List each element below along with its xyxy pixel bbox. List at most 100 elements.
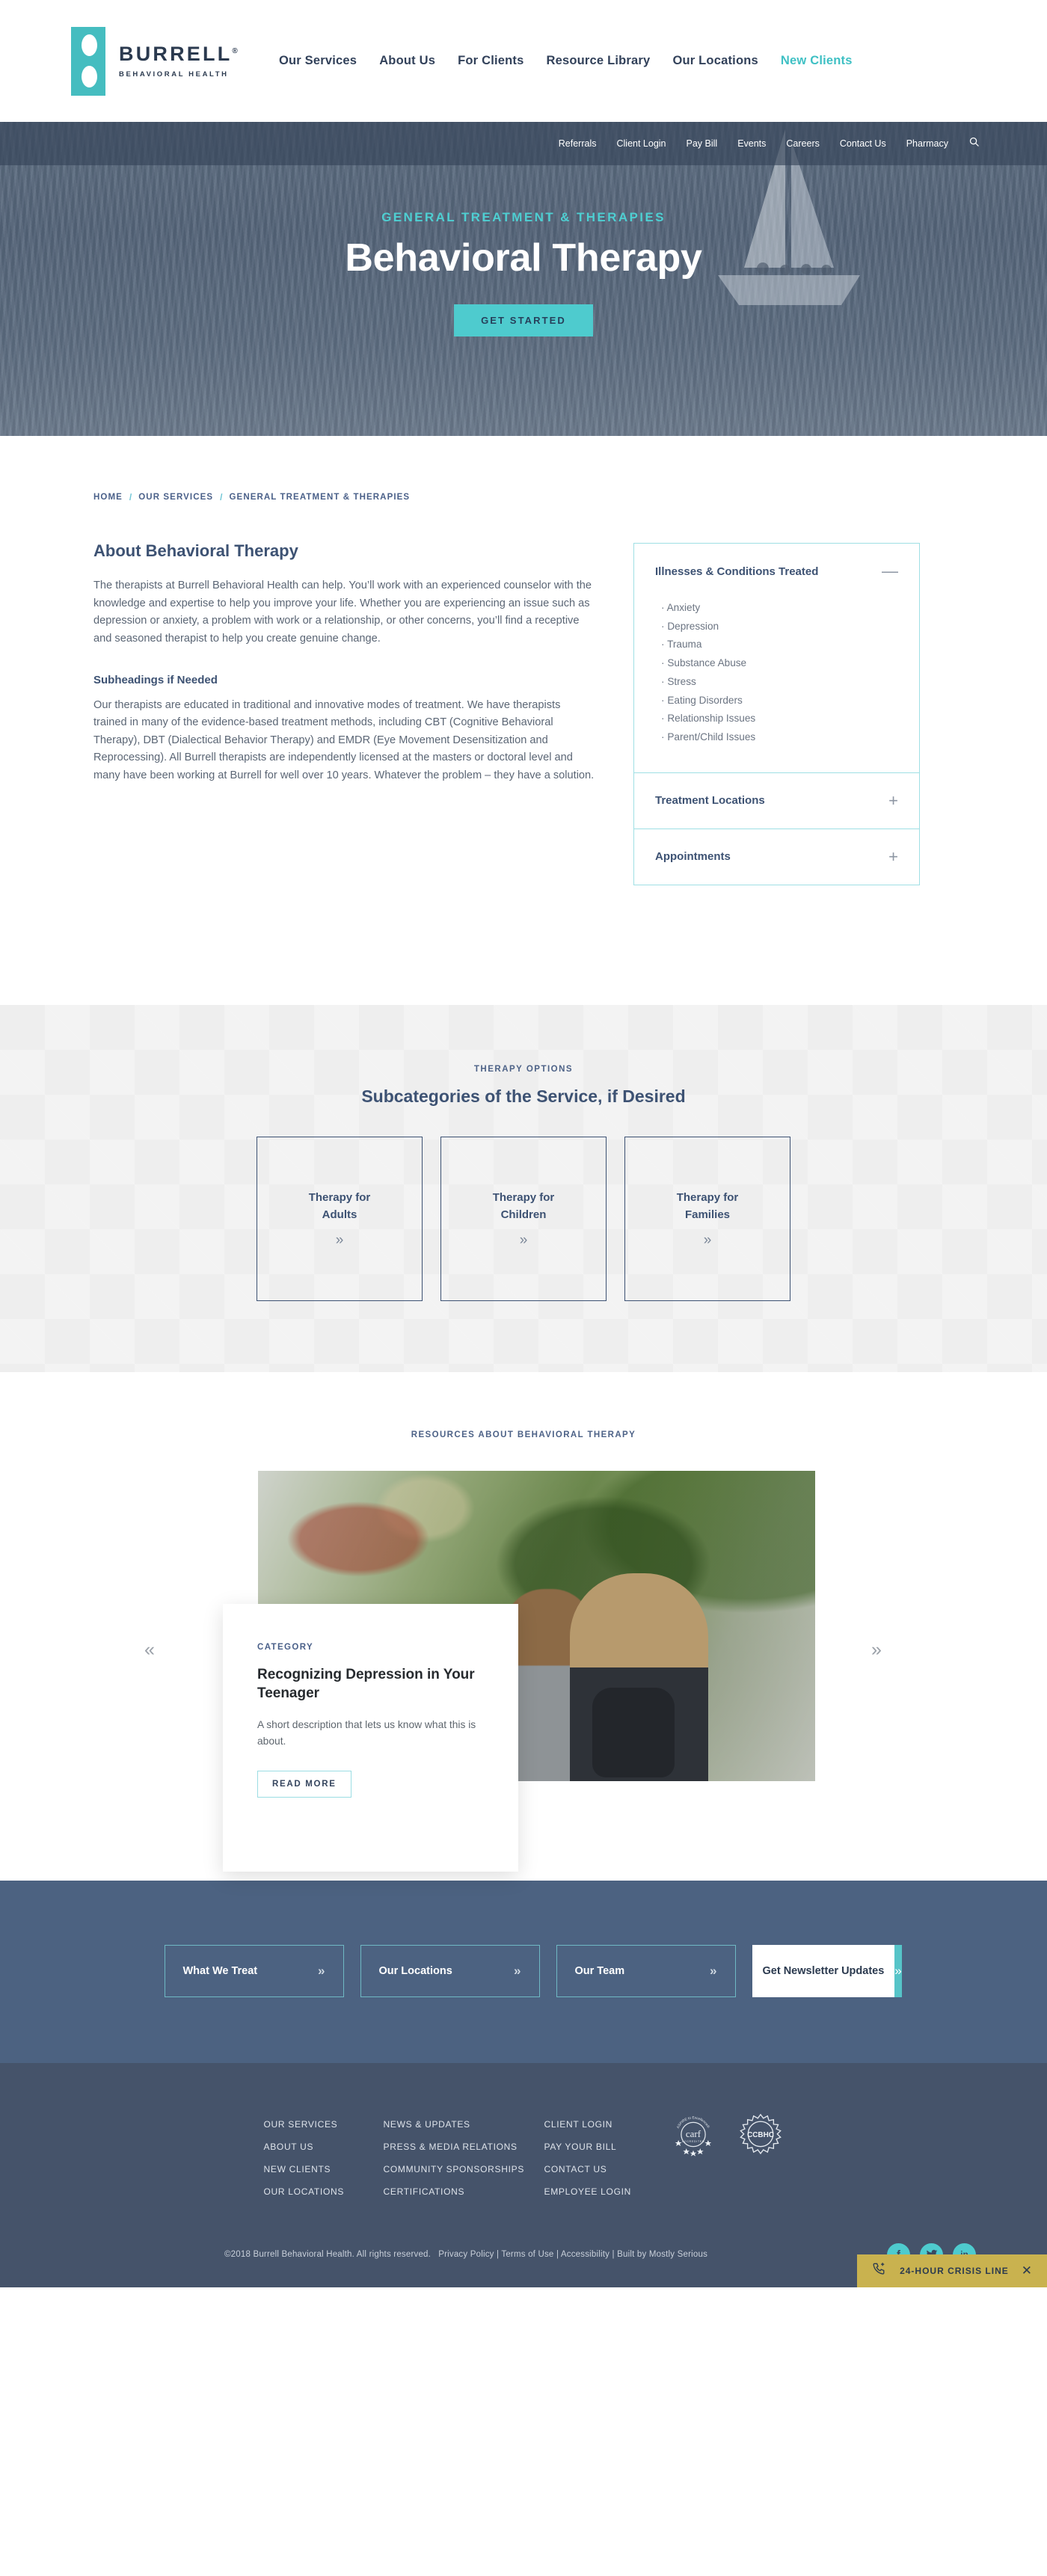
hero-title: Behavioral Therapy [345,236,702,280]
accordion-header-treatment-locations[interactable]: Treatment Locations + [634,773,919,829]
footer-link-employee-login[interactable]: EMPLOYEE LOGIN [544,2186,657,2197]
cta-button-our-team[interactable]: Our Team » [556,1944,736,1997]
accreditation-badges: carf ACCREDITED ASPIRE to Excellence® CC… [657,2113,784,2160]
main-navigation: Our Services About Us For Clients Resour… [279,54,853,68]
footer-link-press-media[interactable]: PRESS & MEDIA RELATIONS [384,2142,544,2152]
chevron-right-icon: » [514,1963,521,1978]
list-item: Substance Abuse [661,654,898,673]
carousel-prev-icon[interactable]: « [144,1639,155,1661]
nav-item-new-clients[interactable]: New Clients [781,54,853,68]
resource-description: A short description that lets us know wh… [257,1718,476,1747]
footer-link-contact-us[interactable]: CONTACT US [544,2164,657,2174]
newsletter-submit-chevron-icon[interactable]: » [894,1944,902,1997]
footer-link-certifications[interactable]: CERTIFICATIONS [384,2186,544,2197]
minus-icon[interactable]: — [882,563,898,580]
legal-separator: | [612,2250,615,2260]
nav-item-our-services[interactable]: Our Services [279,54,357,68]
footer-link-our-services[interactable]: OUR SERVICES [264,2119,384,2130]
carf-accredited-badge: carf ACCREDITED ASPIRE to Excellence® [675,2115,711,2157]
subcategory-card-children[interactable]: Therapy for Children » [440,1136,607,1301]
footer-link-news-updates[interactable]: NEWS & UPDATES [384,2119,544,2130]
accordion-item-treatment-locations[interactable]: Treatment Locations + [633,772,920,829]
nav-item-for-clients[interactable]: For Clients [458,54,524,68]
accordion-title: Appointments [655,850,731,864]
subcategories-title: Subcategories of the Service, if Desired [361,1086,686,1106]
accordion-item-appointments[interactable]: Appointments + [633,828,920,885]
ccbhc-badge: CCBHC [739,2113,782,2154]
footer-link-pay-your-bill[interactable]: PAY YOUR BILL [544,2142,657,2152]
list-item: Anxiety [661,599,898,618]
list-item: Eating Disorders [661,692,898,710]
site-footer: OUR SERVICES ABOUT US NEW CLIENTS OUR LO… [0,2062,1047,2287]
plus-icon[interactable]: + [888,848,898,865]
subcategories-content: THERAPY OPTIONS Subcategories of the Ser… [0,1065,1047,1301]
crisis-line-banner[interactable]: 24-HOUR CRISIS LINE ✕ [857,2254,1047,2287]
list-item: Stress [661,673,898,692]
card-label: Therapy for Families [677,1190,739,1223]
footer-link-privacy-policy[interactable]: Privacy Policy [438,2250,494,2259]
accordion-title: Treatment Locations [655,794,765,808]
nav-item-resource-library[interactable]: Resource Library [547,54,651,68]
plus-icon[interactable]: + [888,792,898,809]
footer-link-client-login[interactable]: CLIENT LOGIN [544,2119,657,2130]
breadcrumb: HOME / OUR SERVICES / GENERAL TREATMENT … [0,436,1047,502]
subcategory-card-families[interactable]: Therapy for Families » [624,1136,790,1301]
legal-separator: | [497,2250,500,2260]
carousel-next-icon[interactable]: » [871,1639,882,1661]
hero-content: GENERAL TREATMENT & THERAPIES Behavioral… [0,122,1047,336]
footer-link-our-locations[interactable]: OUR LOCATIONS [264,2186,384,2197]
about-paragraph: The therapists at Burrell Behavioral Hea… [93,580,592,645]
footer-link-community-sponsorships[interactable]: COMMUNITY SPONSORSHIPS [384,2164,544,2174]
resources-eyebrow: RESOURCES ABOUT BEHAVIORAL THERAPY [411,1430,636,1439]
accordion-header-appointments[interactable]: Appointments + [634,829,919,885]
card-label-line2: Adults [322,1208,357,1221]
accordion-body-illnesses: Anxiety Depression Trauma Substance Abus… [634,599,919,772]
footer-links-row: OUR SERVICES ABOUT US NEW CLIENTS OUR LO… [0,2113,1047,2197]
footer-link-new-clients[interactable]: NEW CLIENTS [264,2164,384,2174]
subcategory-cards: Therapy for Adults » Therapy for Childre… [0,1136,1047,1301]
page-title: About Behavioral Therapy [93,541,298,560]
list-item: Parent/Child Issues [661,728,898,747]
footer-link-built-by[interactable]: Built by Mostly Serious [617,2250,707,2259]
resources-carousel: CATEGORY Recognizing Depression in Your … [0,1470,1047,1872]
subcategory-card-adults[interactable]: Therapy for Adults » [257,1136,423,1301]
footer-link-about-us[interactable]: ABOUT US [264,2142,384,2152]
breadcrumb-item-home[interactable]: HOME [93,493,123,502]
cta-button-what-we-treat[interactable]: What We Treat » [164,1944,344,1997]
close-icon[interactable]: ✕ [1022,2263,1032,2278]
card-label: Therapy for Children [493,1190,555,1223]
read-more-button[interactable]: READ MORE [257,1770,351,1798]
site-logo[interactable]: BURRELL® BEHAVIORAL HEALTH [71,26,240,96]
footer-legal: ©2018 Burrell Behavioral Health. All rig… [224,2250,707,2259]
card-label: Therapy for Adults [309,1190,371,1223]
hero-eyebrow: GENERAL TREATMENT & THERAPIES [381,210,666,224]
card-label-line1: Therapy for [676,1191,739,1205]
footer-column-company: OUR SERVICES ABOUT US NEW CLIENTS OUR LO… [264,2119,384,2197]
nav-item-our-locations[interactable]: Our Locations [672,54,758,68]
phone-plus-icon [872,2261,887,2280]
resource-category-label: CATEGORY [257,1642,314,1652]
newsletter-label[interactable]: Get Newsletter Updates [752,1944,895,1997]
list-item: Depression [661,618,898,636]
subcategories-eyebrow: THERAPY OPTIONS [473,1064,574,1074]
registered-trademark-icon: ® [232,46,240,55]
accordion-item-illnesses[interactable]: Illnesses & Conditions Treated — Anxiety… [633,543,920,773]
list-item: Relationship Issues [661,710,898,728]
footer-link-terms-of-use[interactable]: Terms of Use [501,2250,553,2259]
cta-button-our-locations[interactable]: Our Locations » [360,1944,540,1997]
breadcrumb-separator: / [129,492,132,502]
cta-bar: What We Treat » Our Locations » Our Team… [0,1880,1047,2063]
accordion-header-illnesses[interactable]: Illnesses & Conditions Treated — [634,544,919,599]
get-started-button[interactable]: GET STARTED [454,304,593,336]
backpack-shape [592,1688,675,1778]
logo-tagline: BEHAVIORAL HEALTH [119,70,229,79]
page-root: BURRELL® BEHAVIORAL HEALTH Our Services … [0,0,1047,2287]
resource-card: CATEGORY Recognizing Depression in Your … [223,1603,518,1872]
footer-link-accessibility[interactable]: Accessibility [561,2250,610,2259]
copyright-text: ©2018 Burrell Behavioral Health. All rig… [224,2250,432,2260]
nav-item-about-us[interactable]: About Us [379,54,435,68]
breadcrumb-item-our-services[interactable]: OUR SERVICES [138,493,213,502]
resources-section: RESOURCES ABOUT BEHAVIORAL THERAPY CATEG… [0,1372,1047,1881]
breadcrumb-item-current: GENERAL TREATMENT & THERAPIES [229,493,411,502]
card-label-line2: Families [684,1208,730,1221]
